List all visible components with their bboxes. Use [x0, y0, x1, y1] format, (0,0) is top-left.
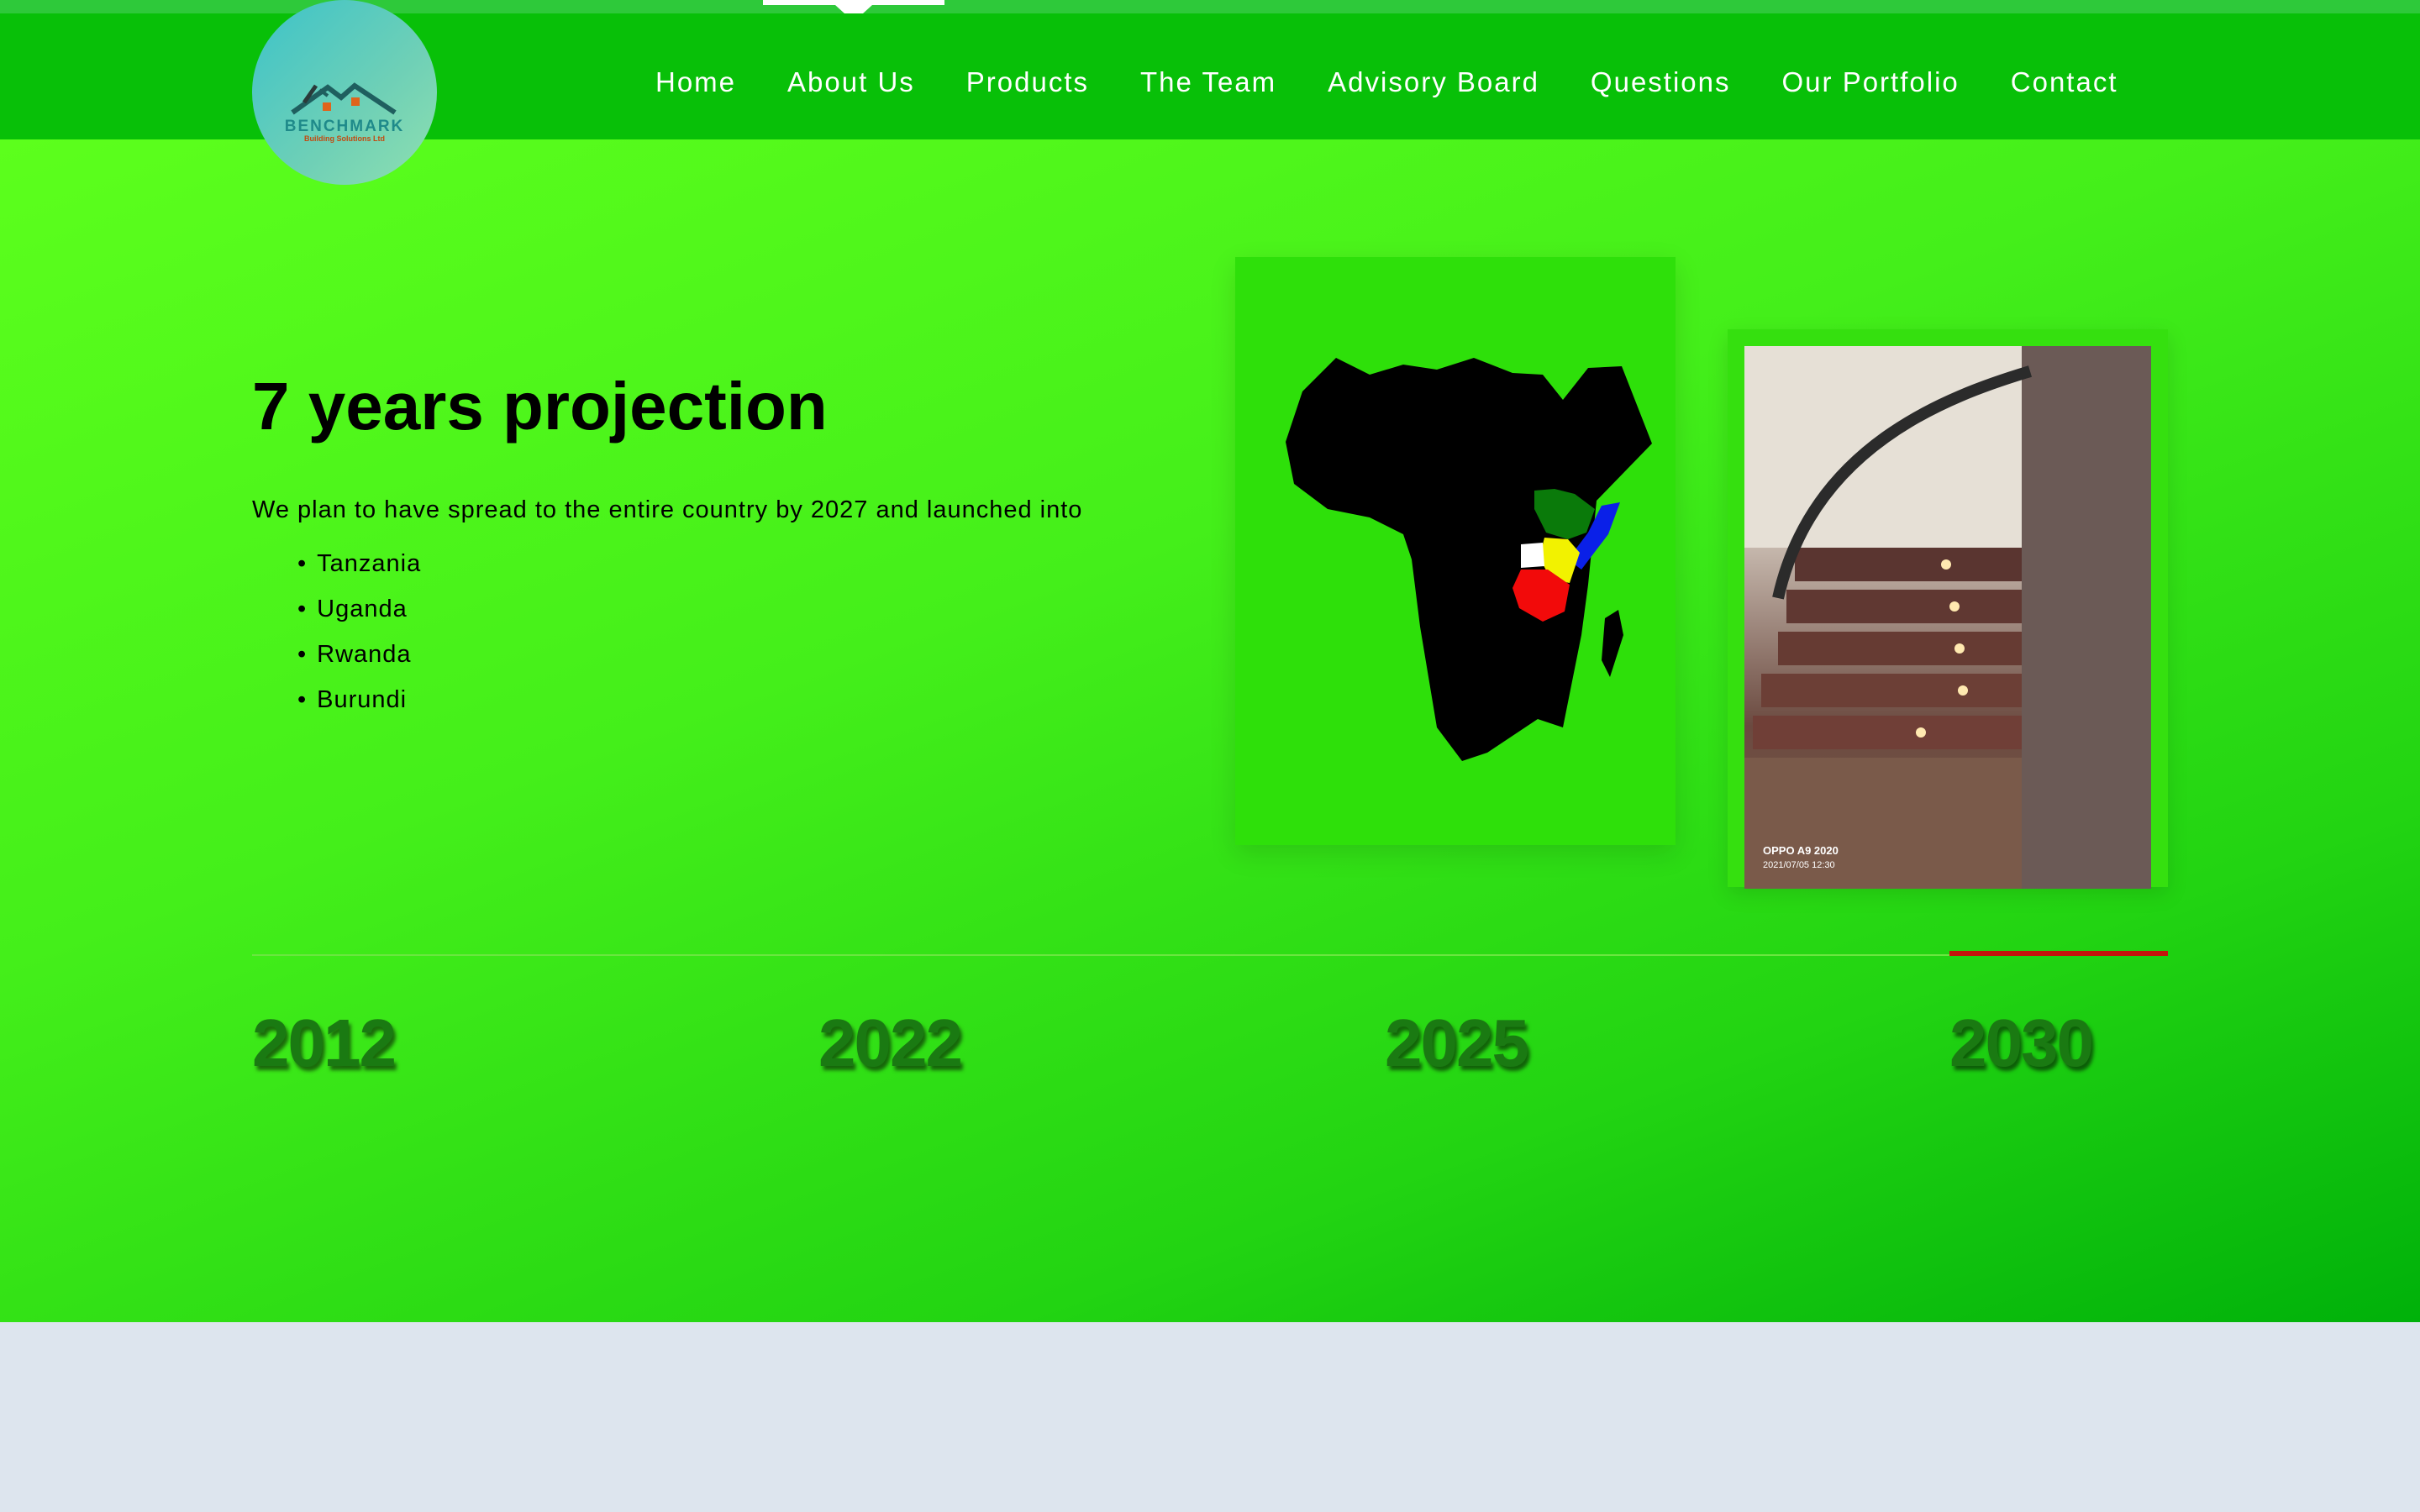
timeline-year-2012[interactable]: 2012	[252, 1005, 397, 1082]
timeline-rule	[252, 954, 2168, 956]
nav-questions[interactable]: Questions	[1591, 66, 1731, 99]
main-nav: Home About Us Products The Team Advisory…	[655, 66, 2118, 99]
staircase-photo-card: OPPO A9 2020 2021/07/05 12:30	[1728, 329, 2168, 889]
nav-home[interactable]: Home	[655, 66, 736, 99]
timeline-year-2025[interactable]: 2025	[1385, 1005, 1529, 1082]
timeline-year-2022[interactable]: 2022	[818, 1005, 963, 1082]
country-item: Tanzania	[297, 541, 421, 586]
house-roof-icon	[291, 82, 397, 115]
nav-products[interactable]: Products	[966, 66, 1089, 99]
country-item: Rwanda	[297, 632, 421, 677]
active-nav-indicator	[763, 0, 944, 22]
hero-section: 7 years projection We plan to have sprea…	[0, 139, 2420, 1322]
hero-title: 7 years projection	[252, 369, 828, 444]
country-item: Uganda	[297, 586, 421, 632]
logo-name: BENCHMARK	[284, 118, 405, 135]
photo-date: 2021/07/05 12:30	[1763, 860, 1835, 870]
map-region-africa	[1286, 358, 1652, 761]
company-logo[interactable]: BENCHMARK Building Solutions Ltd	[252, 0, 437, 185]
country-list: Tanzania Uganda Rwanda Burundi	[297, 541, 421, 722]
nav-about-us[interactable]: About Us	[787, 66, 915, 99]
logo-tagline: Building Solutions Ltd	[304, 134, 385, 143]
map-region-uganda	[1521, 543, 1544, 568]
photo-caption: OPPO A9 2020	[1763, 844, 1839, 857]
staircase-photo: OPPO A9 2020 2021/07/05 12:30	[1744, 346, 2151, 889]
timeline-year-2030[interactable]: 2030	[1949, 1005, 2094, 1082]
timeline-active-indicator	[1949, 951, 2168, 956]
nav-our-portfolio[interactable]: Our Portfolio	[1782, 66, 1960, 99]
nav-contact[interactable]: Contact	[2011, 66, 2118, 99]
nav-the-team[interactable]: The Team	[1140, 66, 1276, 99]
staircase-illustration	[1744, 346, 2151, 889]
africa-map-image	[1286, 358, 1652, 761]
nav-advisory-board[interactable]: Advisory Board	[1328, 66, 1539, 99]
country-item: Burundi	[297, 677, 421, 722]
timeline: 2012 2022 2025 2030	[252, 1005, 2168, 1089]
hero-intro: We plan to have spread to the entire cou…	[252, 496, 1083, 523]
map-region-madagascar	[1602, 610, 1623, 677]
africa-map-card	[1235, 257, 1676, 845]
